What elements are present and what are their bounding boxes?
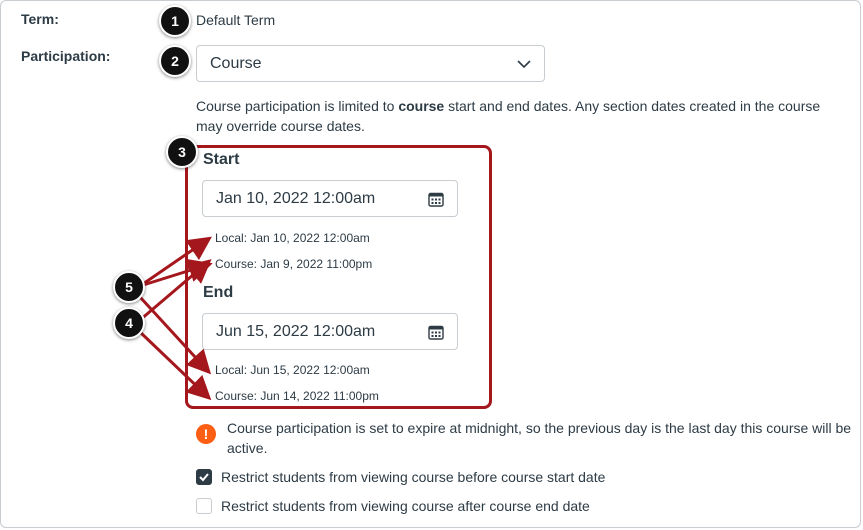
restrict-before-start-label[interactable]: Restrict students from viewing course be… — [221, 469, 605, 485]
arrow-4-course-end — [138, 330, 212, 401]
restrict-after-end-checkbox[interactable] — [196, 498, 212, 514]
expiry-warning-text: Course participation is set to expire at… — [227, 420, 852, 456]
exclamation-icon: ! — [196, 424, 216, 444]
callout-badge-2: 2 — [159, 45, 191, 77]
arrow-5-local-start — [139, 236, 212, 288]
restrict-before-start-checkbox[interactable] — [196, 469, 212, 485]
callout-badge-4: 4 — [113, 307, 145, 339]
checkmark-icon — [199, 473, 209, 482]
arrow-5-course-start — [138, 295, 212, 375]
callout-badge-3: 3 — [166, 136, 198, 168]
callout-badge-1: 1 — [159, 5, 191, 37]
arrow-4-course-start — [139, 259, 212, 322]
restrict-after-end-label[interactable]: Restrict students from viewing course af… — [221, 498, 590, 514]
callout-badge-5: 5 — [113, 271, 145, 303]
arrow-5-local-end — [139, 258, 213, 288]
